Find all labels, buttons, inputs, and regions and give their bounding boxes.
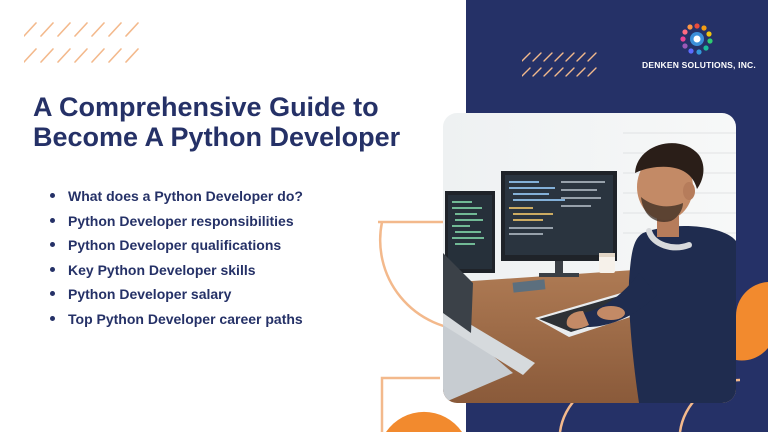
photo-illustration <box>443 113 736 403</box>
hatch-pattern-top-left <box>24 22 139 63</box>
list-item: What does a Python Developer do? <box>50 186 303 211</box>
list-item: Top Python Developer career paths <box>50 309 303 334</box>
list-item: Python Developer qualifications <box>50 235 303 260</box>
slide-canvas: A Comprehensive Guide to Become A Python… <box>0 0 768 432</box>
title-line-2: Become A Python Developer <box>33 122 401 152</box>
logo-text: DENKEN SOLUTIONS, INC. <box>642 60 756 70</box>
hatch-pattern-panel <box>522 52 597 77</box>
brand-logo: DENKEN SOLUTIONS, INC. <box>642 22 756 70</box>
page-title: A Comprehensive Guide to Become A Python… <box>33 92 453 152</box>
title-line-1: A Comprehensive Guide to <box>33 92 379 122</box>
list-item: Python Developer salary <box>50 284 303 309</box>
list-item: Key Python Developer skills <box>50 260 303 285</box>
topic-list: What does a Python Developer do? Python … <box>50 186 303 333</box>
colorful-dots-circle-icon <box>680 23 713 55</box>
list-item: Python Developer responsibilities <box>50 211 303 236</box>
developer-at-desk-photo <box>443 113 736 403</box>
